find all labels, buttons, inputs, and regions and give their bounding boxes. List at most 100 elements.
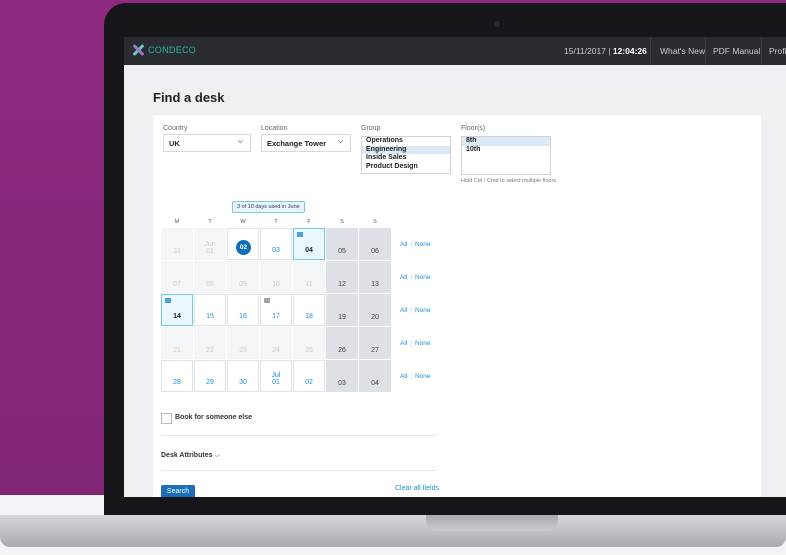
calendar-day: 22	[194, 327, 226, 359]
calendar-day: 24	[260, 327, 292, 359]
select-none-link[interactable]: None	[415, 340, 431, 347]
day-number: 21	[173, 347, 181, 354]
row-select-actions: All | None	[400, 340, 431, 347]
nav-divider	[761, 37, 762, 65]
day-header: S	[373, 219, 377, 225]
book-for-someone-checkbox[interactable]	[161, 413, 172, 424]
group-listbox[interactable]: Operations Engineering Inside Sales Prod…	[361, 136, 451, 174]
clear-all-fields-link[interactable]: Clear all fields	[395, 485, 439, 492]
day-number: 05	[338, 248, 346, 255]
calendar-day[interactable]: 18	[293, 294, 325, 326]
group-option[interactable]: Product Design	[362, 163, 450, 172]
calendar-day: 31	[161, 228, 193, 260]
group-option-selected[interactable]: Engineering	[362, 145, 450, 154]
calendar-day[interactable]: 02	[293, 360, 325, 392]
calendar-day[interactable]: 17	[260, 294, 292, 326]
calendar-day: 09	[227, 261, 259, 293]
usage-badge: 3 of 10 days used in June	[232, 201, 305, 213]
select-none-link[interactable]: None	[415, 241, 431, 248]
calendar-day: 07	[161, 261, 193, 293]
calendar-day: 20	[359, 294, 391, 326]
day-number: 24	[272, 347, 280, 354]
select-none-link[interactable]: None	[415, 373, 431, 380]
desk-icon	[165, 298, 171, 303]
laptop-notch	[426, 515, 558, 531]
select-all-link[interactable]: All	[400, 373, 407, 380]
app-screen: CONDECO 15/11/2017 | 12:04:26 What's New…	[124, 37, 786, 497]
floors-listbox[interactable]: 8th 10th	[461, 136, 551, 175]
day-number: 18	[305, 313, 313, 320]
current-datetime: 15/11/2017 | 12:04:26	[564, 46, 647, 56]
location-value: Exchange Tower	[267, 139, 327, 148]
day-number: 13	[371, 281, 379, 288]
calendar-day[interactable]: Jul 01	[260, 360, 292, 392]
calendar-day[interactable]: 14	[161, 294, 193, 326]
select-all-link[interactable]: All	[400, 241, 407, 248]
day-number: 03	[338, 380, 346, 387]
day-number: 08	[206, 281, 214, 288]
day-number: 22	[206, 347, 214, 354]
country-select[interactable]: UK ⌵	[163, 134, 251, 152]
select-none-link[interactable]: None	[415, 307, 431, 314]
divider	[161, 435, 437, 436]
day-number: 23	[239, 347, 247, 354]
select-all-link[interactable]: All	[400, 274, 407, 281]
day-number: 15	[206, 313, 214, 320]
calendar-day[interactable]: 02	[227, 228, 259, 260]
desk-attributes-toggle[interactable]: Desk Attributes ⌵	[161, 452, 220, 460]
brand-logo[interactable]: CONDECO	[132, 44, 196, 56]
day-header: T	[208, 219, 212, 225]
calendar-day[interactable]: 29	[194, 360, 226, 392]
nav-divider	[705, 37, 706, 65]
search-button[interactable]: Search	[161, 485, 195, 497]
nav-whats-new[interactable]: What's New	[660, 46, 705, 56]
group-option[interactable]: Operations	[362, 137, 450, 146]
location-select[interactable]: Exchange Tower ⌵	[261, 134, 351, 152]
select-all-link[interactable]: All	[400, 340, 407, 347]
page-title: Find a desk	[153, 90, 225, 105]
calendar-day: 06	[359, 228, 391, 260]
calendar-day: 19	[326, 294, 358, 326]
nav-pdf-manual[interactable]: PDF Manual	[713, 46, 760, 56]
nav-profile[interactable]: Profile	[769, 46, 786, 56]
calendar-day[interactable]: 30	[227, 360, 259, 392]
day-number: 04	[371, 380, 379, 387]
day-number: 11	[305, 281, 313, 288]
day-number: Jul 01	[271, 372, 281, 386]
calendar-day: 08	[194, 261, 226, 293]
select-none-link[interactable]: None	[415, 274, 431, 281]
row-select-actions: All | None	[400, 274, 431, 281]
calendar-day[interactable]: 28	[161, 360, 193, 392]
day-header: M	[174, 219, 180, 225]
chevron-down-icon: ⌵	[214, 452, 220, 459]
group-option[interactable]: Inside Sales	[362, 154, 450, 163]
day-number: 20	[371, 314, 379, 321]
group-label: Group	[361, 125, 381, 132]
calendar-day[interactable]: 03	[260, 228, 292, 260]
calendar-day[interactable]: 16	[227, 294, 259, 326]
day-number: 31	[173, 248, 181, 255]
calendar-day: 26	[326, 327, 358, 359]
calendar-day[interactable]: 04	[293, 228, 325, 260]
nav-divider	[650, 37, 651, 65]
floors-label: Floor(s)	[461, 125, 486, 132]
day-number: 19	[338, 314, 346, 321]
day-number: 12	[338, 281, 346, 288]
calendar-day: Jun 01	[194, 228, 226, 260]
brand-name: CONDECO	[148, 45, 197, 55]
day-number: 26	[338, 347, 346, 354]
find-desk-form: Country UK ⌵ Location Exchange Tower ⌵ G…	[153, 115, 761, 497]
day-number: 28	[173, 379, 181, 386]
row-select-actions: All | None	[400, 241, 431, 248]
calendar-day: 11	[293, 261, 325, 293]
day-number: 06	[371, 248, 379, 255]
day-number: 27	[371, 347, 379, 354]
condeco-logo-icon	[132, 44, 144, 56]
floor-option-selected[interactable]: 8th	[462, 137, 550, 146]
floor-option[interactable]: 10th	[462, 146, 550, 155]
day-number: 10	[272, 281, 280, 288]
calendar-day[interactable]: 15	[194, 294, 226, 326]
select-all-link[interactable]: All	[400, 307, 407, 314]
calendar-day: 23	[227, 327, 259, 359]
calendar-day: 12	[326, 261, 358, 293]
